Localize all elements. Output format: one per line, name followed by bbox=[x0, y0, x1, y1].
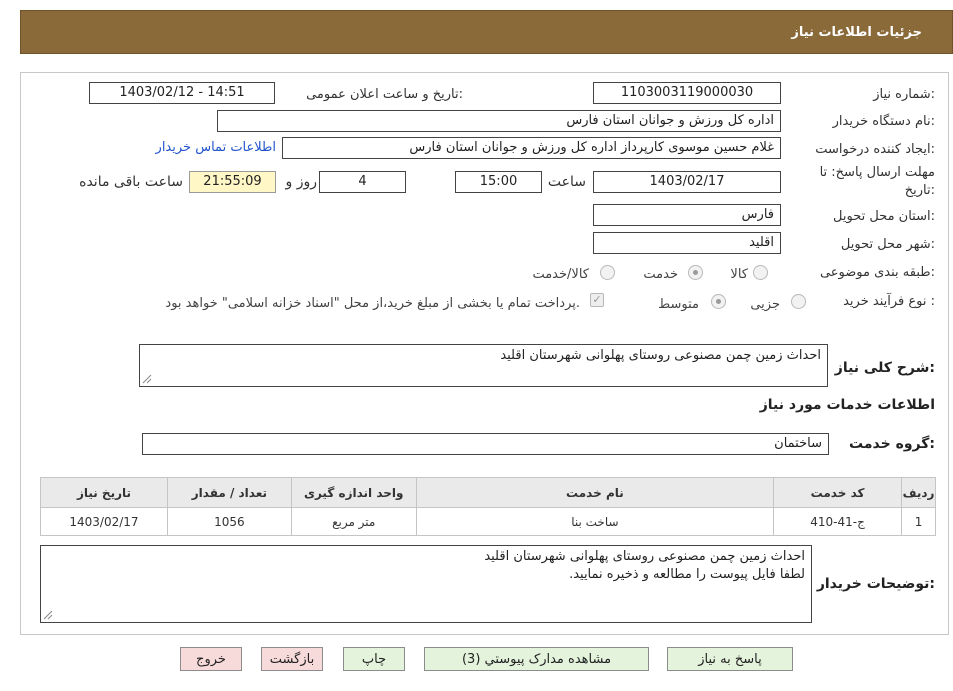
remaining-time-field: 21:55:09 bbox=[189, 171, 276, 193]
reply-button[interactable]: پاسخ به نیاز bbox=[667, 647, 793, 671]
exit-button[interactable]: خروج bbox=[180, 647, 242, 671]
deadline-time-field: 15:00 bbox=[455, 171, 542, 193]
page-title: جزئیات اطلاعات نیاز bbox=[791, 24, 922, 40]
services-section-title: اطلاعات خدمات مورد نیاز bbox=[759, 397, 935, 413]
hour-label: ساعت bbox=[547, 174, 586, 190]
services-table: ردیف کد خدمت نام خدمت واحد اندازه گیری ت… bbox=[40, 477, 936, 536]
buyer-notes-line-2: لطفا فایل پیوست را مطالعه و ذخیره نمایید… bbox=[569, 567, 805, 582]
announce-field: 1403/02/12 - 14:51 bbox=[89, 82, 275, 104]
back-button[interactable]: بازگشت bbox=[261, 647, 323, 671]
cell-row-number: 1 bbox=[901, 507, 936, 536]
remaining-label: ساعت باقی مانده bbox=[79, 174, 183, 190]
days-field: 4 bbox=[319, 171, 406, 193]
category-option-both: کالا/خدمت bbox=[532, 267, 589, 282]
city-label: شهر محل تحویل: bbox=[840, 237, 935, 252]
resize-grip-icon[interactable] bbox=[43, 610, 53, 620]
summary-label: شرح کلی نیاز: bbox=[834, 360, 935, 376]
province-label: استان محل تحویل: bbox=[833, 209, 935, 224]
contact-info-link[interactable]: اطلاعات تماس خریدار bbox=[156, 140, 276, 155]
treasury-checkbox[interactable]: ✓ bbox=[590, 293, 604, 307]
buyer-org-field: اداره کل ورزش و جوانان استان فارس bbox=[217, 110, 781, 132]
cell-service-name: ساخت بنا bbox=[415, 507, 775, 536]
summary-text: احداث زمین چمن مصنوعی روستای پهلوانی شهر… bbox=[500, 348, 821, 363]
page-header: جزئیات اطلاعات نیاز bbox=[20, 10, 953, 54]
deadline-label: مهلت ارسال پاسخ: تا bbox=[819, 165, 935, 180]
buyer-notes-label: توضیحات خریدار: bbox=[816, 576, 935, 592]
column-header: تاریخ نیاز bbox=[40, 477, 168, 508]
view-attachments-button[interactable]: مشاهده مدارک پیوستي (3) bbox=[424, 647, 649, 671]
process-label: نوع فرآیند خرید : bbox=[843, 294, 935, 309]
column-header: ردیف bbox=[901, 477, 936, 508]
column-header: واحد اندازه گیری bbox=[290, 477, 417, 508]
need-number-field: 1103003119000030 bbox=[593, 82, 781, 104]
deadline-date-field: 1403/02/17 bbox=[593, 171, 781, 193]
process-option-medium: متوسط bbox=[658, 297, 699, 312]
cell-unit: متر مربع bbox=[290, 507, 417, 536]
category-radio-service[interactable] bbox=[688, 265, 703, 280]
cell-service-code: ج-41-410 bbox=[773, 507, 903, 536]
process-option-minor: جزیی bbox=[750, 297, 780, 312]
process-radio-minor[interactable] bbox=[791, 294, 806, 309]
cell-quantity: 1056 bbox=[166, 507, 292, 536]
payment-note: پرداخت تمام یا بخشی از مبلغ خرید،از محل … bbox=[165, 296, 580, 311]
process-radio-medium[interactable] bbox=[711, 294, 726, 309]
resize-grip-icon[interactable] bbox=[142, 374, 152, 384]
column-header: کد خدمت bbox=[773, 477, 903, 508]
cell-need-date: 1403/02/17 bbox=[40, 507, 168, 536]
deadline-label-date: تاریخ: bbox=[904, 183, 935, 198]
service-group-label: گروه خدمت: bbox=[849, 436, 935, 452]
summary-textarea[interactable]: احداث زمین چمن مصنوعی روستای پهلوانی شهر… bbox=[139, 344, 828, 387]
city-field: اقلید bbox=[593, 232, 781, 254]
buyer-notes-textarea[interactable]: احداث زمین چمن مصنوعی روستای پهلوانی شهر… bbox=[40, 545, 812, 623]
buyer-notes-line-1: احداث زمین چمن مصنوعی روستای پهلوانی شهر… bbox=[484, 549, 805, 564]
creator-label: ایجاد کننده درخواست: bbox=[815, 142, 935, 157]
buyer-org-label: نام دستگاه خریدار: bbox=[832, 114, 935, 129]
column-header: نام خدمت bbox=[415, 477, 775, 508]
table-header-row: ردیف کد خدمت نام خدمت واحد اندازه گیری ت… bbox=[40, 477, 936, 508]
service-group-field: ساختمان bbox=[142, 433, 829, 455]
category-option-service: خدمت bbox=[643, 267, 678, 282]
category-option-goods: کالا bbox=[730, 267, 748, 282]
need-number-label: شماره نیاز: bbox=[873, 87, 935, 102]
days-label: روز و bbox=[285, 174, 318, 190]
print-button[interactable]: چاپ bbox=[343, 647, 405, 671]
column-header: تعداد / مقدار bbox=[166, 477, 292, 508]
province-field: فارس bbox=[593, 204, 781, 226]
category-label: طبقه بندی موضوعی: bbox=[819, 265, 935, 280]
table-row: 1 ج-41-410 ساخت بنا متر مربع 1056 1403/0… bbox=[40, 507, 936, 536]
category-radio-both[interactable] bbox=[600, 265, 615, 280]
creator-field: غلام حسین موسوی کارپرداز اداره کل ورزش و… bbox=[282, 137, 781, 159]
announce-label: تاریخ و ساعت اعلان عمومی: bbox=[306, 87, 463, 102]
category-radio-goods[interactable] bbox=[753, 265, 768, 280]
